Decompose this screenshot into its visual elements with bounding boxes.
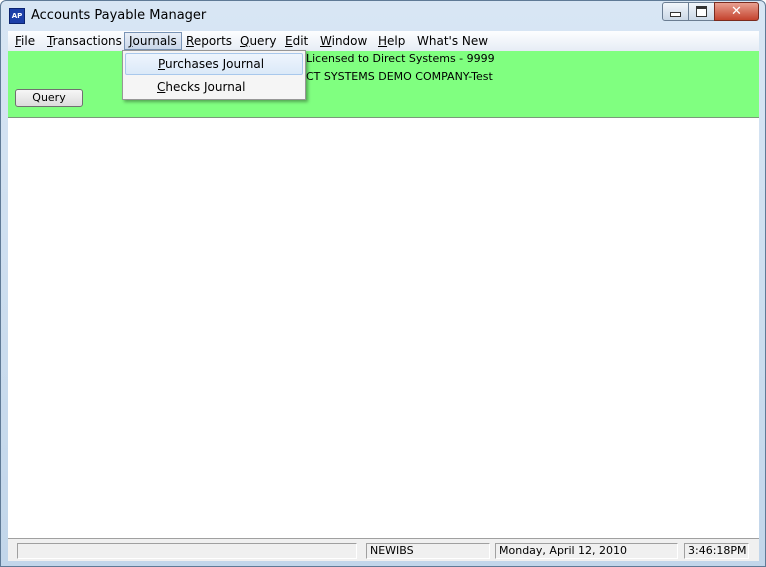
menu-reports[interactable]: Reports [182,32,236,50]
company-banner: Licensed to Direct Systems - 9999 CT SYS… [8,51,759,118]
menu-item-purchases-journal[interactable]: Purchases Journal [125,53,303,75]
status-panel-server: NEWIBS [366,543,490,559]
status-bar: NEWIBS Monday, April 12, 2010 3:46:18PM [8,540,759,561]
minimize-icon [670,12,681,17]
company-name: CT SYSTEMS DEMO COMPANY-Test [306,70,493,83]
status-panel-date: Monday, April 12, 2010 [495,543,678,559]
close-button[interactable]: ✕ [714,2,759,21]
status-panel-time: 3:46:18PM [684,543,749,559]
menu-window[interactable]: Window [316,32,371,50]
menu-edit[interactable]: Edit [281,32,312,50]
client-area: File Transactions Journals Reports Query… [8,31,759,561]
license-text: Licensed to Direct Systems - 9999 [306,52,495,65]
menu-help[interactable]: Help [374,32,409,50]
maximize-icon [696,6,707,17]
query-button[interactable]: Query [15,89,83,107]
menu-whats-new[interactable]: What's New [413,32,492,50]
menu-item-checks-journal[interactable]: Checks Journal [125,76,303,98]
close-icon: ✕ [731,4,742,19]
mdi-workspace[interactable] [8,118,759,539]
app-icon[interactable]: AP [9,8,25,24]
menu-query[interactable]: Query [236,32,280,50]
app-window: AP Accounts Payable Manager ✕ File Trans… [0,0,766,567]
window-controls: ✕ [662,2,759,21]
menu-bar: File Transactions Journals Reports Query… [8,31,759,51]
journals-dropdown: Purchases Journal Checks Journal [122,50,306,100]
menu-file[interactable]: File [11,32,39,50]
status-panel-message [17,543,357,559]
window-title: Accounts Payable Manager [31,8,207,23]
menu-transactions[interactable]: Transactions [43,32,126,50]
title-bar[interactable]: AP Accounts Payable Manager ✕ [1,1,765,31]
maximize-button[interactable] [688,2,715,21]
minimize-button[interactable] [662,2,689,21]
menu-journals[interactable]: Journals [124,32,182,50]
